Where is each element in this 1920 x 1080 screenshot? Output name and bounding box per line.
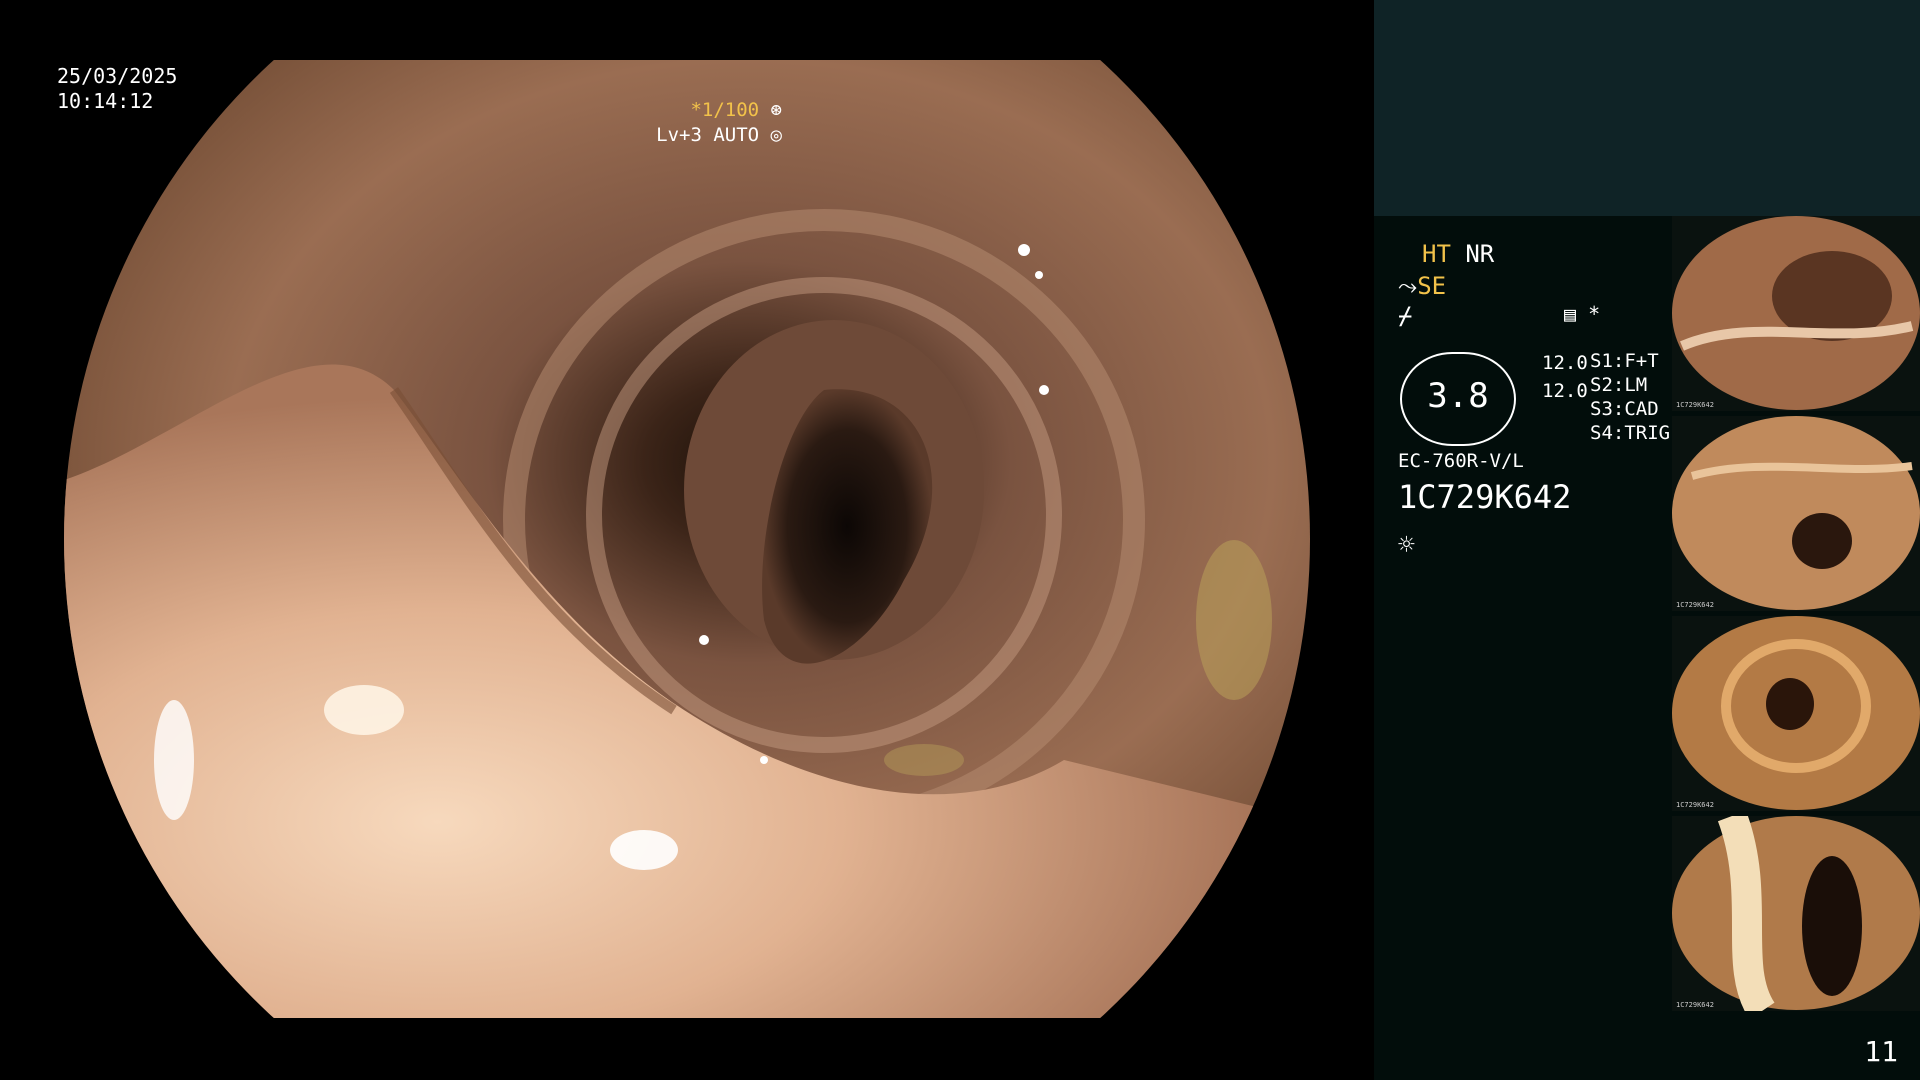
scope-symbol-icon: ⤳ bbox=[1398, 272, 1418, 300]
date-time-overlay: 25/03/2025 10:14:12 bbox=[57, 64, 177, 114]
preset-s1: S1:F+T bbox=[1590, 350, 1659, 372]
se-label: SE bbox=[1417, 272, 1447, 300]
shutter-icon: ⊛ bbox=[770, 99, 782, 121]
shutter-text: *1/100 bbox=[690, 99, 760, 121]
preset-s4: S4:TRIG bbox=[1590, 422, 1671, 444]
value-b: 12.0 bbox=[1542, 380, 1588, 402]
endoscope-view: 25/03/2025 10:14:12 *1/100 ⊛ Lv+3 AUTO ◎ bbox=[0, 0, 1374, 1080]
ht-label: HT bbox=[1422, 240, 1451, 268]
asterisk-mark: * bbox=[1588, 302, 1601, 326]
panel-header-area bbox=[1374, 0, 1920, 216]
scope-model: EC-760R-V/L bbox=[1398, 450, 1524, 472]
exposure-overlay: *1/100 ⊛ Lv+3 AUTO ◎ bbox=[656, 98, 782, 148]
thumbnail-caption: 1C729K642 bbox=[1676, 401, 1714, 409]
gauge-value: 3.8 bbox=[1427, 376, 1489, 416]
thumbnail-caption: 1C729K642 bbox=[1676, 1001, 1714, 1009]
endoscopic-image bbox=[64, 60, 1310, 1018]
thumbnail-3[interactable]: 1C729K642 bbox=[1672, 616, 1920, 811]
thumbnail-1[interactable]: 1C729K642 bbox=[1672, 216, 1920, 411]
menu-icon: ▤ bbox=[1564, 302, 1577, 326]
value-a: 12.0 bbox=[1542, 352, 1588, 374]
nr-label: NR bbox=[1465, 240, 1495, 268]
thumbnail-caption: 1C729K642 bbox=[1676, 601, 1714, 609]
preset-s2: S2:LM bbox=[1590, 374, 1648, 396]
time-text: 10:14:12 bbox=[57, 89, 154, 113]
scissor-icon: ⌿ bbox=[1398, 302, 1413, 330]
date-text: 25/03/2025 bbox=[57, 64, 178, 88]
thumbnail-2[interactable]: 1C729K642 bbox=[1672, 416, 1920, 611]
preset-s3: S3:CAD bbox=[1590, 398, 1659, 420]
iris-icon: ◎ bbox=[770, 124, 782, 146]
gauge: 3.8 bbox=[1400, 352, 1516, 446]
page-number: 11 bbox=[1864, 1035, 1898, 1068]
scope-serial: 1C729K642 bbox=[1398, 478, 1572, 516]
info-panel: HT NR ⤳SE ⌿ ▤ * 12.0 12.0 S1:F+T S2:LM S… bbox=[1374, 0, 1920, 1080]
light-icon: ☼ bbox=[1398, 528, 1415, 561]
thumbnail-caption: 1C729K642 bbox=[1676, 801, 1714, 809]
thumbnail-4[interactable]: 1C729K642 bbox=[1672, 816, 1920, 1011]
iris-text: Lv+3 AUTO bbox=[656, 124, 760, 146]
